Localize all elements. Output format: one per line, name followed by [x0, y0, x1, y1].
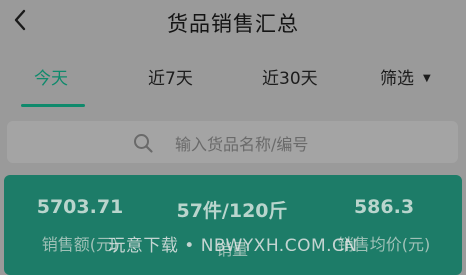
filter-button[interactable]: 筛选 ▼ — [380, 64, 431, 89]
sales-amount-value: 5703.71 — [36, 196, 124, 218]
sales-amount-label: 销售额(元) — [41, 235, 119, 254]
average-price-label: 销售均价(元) — [337, 235, 431, 254]
search-input[interactable]: 输入货品名称/编号 — [7, 121, 458, 163]
caret-down-icon: ▼ — [423, 73, 431, 84]
date-range-tabs: 今天 近7天 近30天 筛选 ▼ — [0, 52, 466, 108]
stat-sales-amount: 5703.71 销售额(元) — [4, 175, 156, 255]
sales-volume-value: 57件/120斤 — [176, 200, 288, 222]
search-icon — [134, 134, 153, 153]
filter-label: 筛选 — [380, 69, 414, 89]
sales-summary-card: 5703.71 销售额(元) 57件/120斤 销量 586.3 销售均价(元) — [4, 175, 462, 275]
header-bar: 货品销售汇总 — [0, 0, 466, 42]
page-title: 货品销售汇总 — [167, 12, 299, 36]
tab-last-7-days[interactable]: 近7天 — [148, 64, 193, 89]
sales-volume-label: 销量 — [215, 240, 248, 259]
average-price-value: 586.3 — [353, 196, 415, 218]
stat-average-price: 586.3 销售均价(元) — [308, 175, 460, 255]
search-placeholder: 输入货品名称/编号 — [175, 135, 309, 154]
stat-sales-volume: 57件/120斤 销量 — [156, 175, 308, 260]
tab-last-30-days[interactable]: 近30天 — [262, 64, 318, 89]
tab-today[interactable]: 今天 — [34, 64, 68, 89]
active-tab-indicator — [21, 104, 85, 107]
